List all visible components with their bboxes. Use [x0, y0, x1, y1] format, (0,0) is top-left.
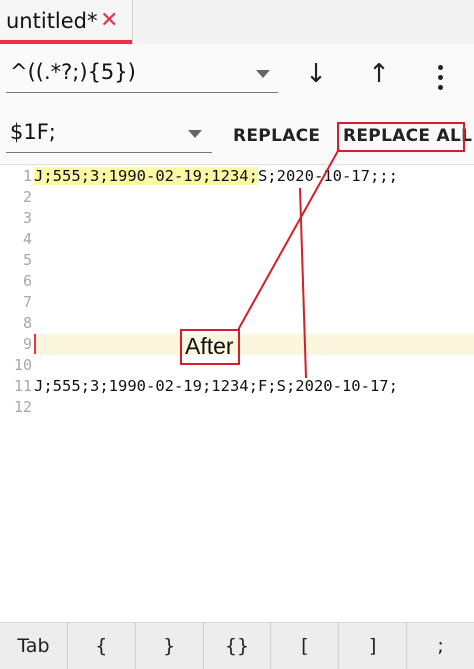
- find-next-button[interactable]: ↓: [296, 54, 336, 94]
- line-1-text: J;555;3;1990-02-19;1234;S;2020-10-17;;;: [34, 167, 398, 185]
- line-number: 7: [22, 293, 32, 311]
- editor-line: 4: [0, 229, 474, 250]
- editor-line: 5: [0, 250, 474, 271]
- key-open-bracket[interactable]: [: [271, 623, 340, 669]
- after-label-box: After: [180, 329, 240, 365]
- replace-button[interactable]: REPLACE: [233, 126, 320, 146]
- line-number: 4: [22, 230, 32, 248]
- key-close-bracket[interactable]: ]: [339, 623, 408, 669]
- close-icon[interactable]: ✕: [100, 8, 118, 33]
- key-close-brace[interactable]: }: [136, 623, 204, 669]
- line-11-text: J;555;3;1990-02-19;1234;F;S;2020-10-17;: [34, 377, 398, 395]
- symbol-key-bar: Tab { } {} [ ] ;: [0, 622, 474, 669]
- editor-line: 12: [0, 397, 474, 418]
- editor-line: 1 J;555;3;1990-02-19;1234;S;2020-10-17;;…: [0, 166, 474, 187]
- find-input[interactable]: ^((.*?;){5}): [6, 56, 278, 93]
- replace-history-dropdown-icon[interactable]: [188, 130, 202, 138]
- key-tab[interactable]: Tab: [0, 623, 68, 669]
- text-caret: [34, 334, 36, 354]
- tab-title: untitled*: [6, 9, 98, 33]
- more-options-icon[interactable]: [438, 65, 444, 95]
- tab-bar: untitled* ✕: [0, 0, 474, 45]
- editor-line: 3: [0, 208, 474, 229]
- key-semicolon[interactable]: ;: [407, 623, 474, 669]
- line-number: 6: [22, 272, 32, 290]
- editor-line: 7: [0, 292, 474, 313]
- arrow-up-icon: ↑: [368, 59, 390, 89]
- find-previous-button[interactable]: ↑: [359, 54, 399, 94]
- line-number: 10: [13, 356, 32, 374]
- line-number: 2: [22, 188, 32, 206]
- key-open-brace[interactable]: {: [68, 623, 136, 669]
- tab-untitled[interactable]: untitled* ✕: [0, 0, 133, 44]
- line-number: 9: [22, 335, 32, 353]
- arrow-down-icon: ↓: [305, 59, 327, 89]
- replace-input[interactable]: $1F;: [6, 116, 212, 153]
- line-number: 12: [13, 398, 32, 416]
- replace-input-value: $1F;: [10, 120, 56, 144]
- line-1-rest: S;2020-10-17;;;: [257, 167, 398, 185]
- find-input-value: ^((.*?;){5}): [10, 60, 136, 84]
- editor-line: 6: [0, 271, 474, 292]
- after-label: After: [185, 333, 234, 359]
- replace-all-annotation-box: [337, 122, 465, 152]
- current-line-highlight: [34, 334, 474, 355]
- code-editor[interactable]: 1 J;555;3;1990-02-19;1234;S;2020-10-17;;…: [0, 166, 474, 622]
- search-match-highlight: J;555;3;1990-02-19;1234;: [34, 167, 258, 185]
- key-braces[interactable]: {}: [204, 623, 272, 669]
- line-number: 3: [22, 209, 32, 227]
- editor-line: 2: [0, 187, 474, 208]
- find-history-dropdown-icon[interactable]: [256, 70, 270, 78]
- line-number: 8: [22, 314, 32, 332]
- editor-line: 11 J;555;3;1990-02-19;1234;F;S;2020-10-1…: [0, 376, 474, 397]
- line-number: 1: [22, 167, 32, 185]
- line-number: 11: [13, 377, 32, 395]
- line-number: 5: [22, 251, 32, 269]
- find-toolbar: ^((.*?;){5}) ↓ ↑: [0, 44, 474, 102]
